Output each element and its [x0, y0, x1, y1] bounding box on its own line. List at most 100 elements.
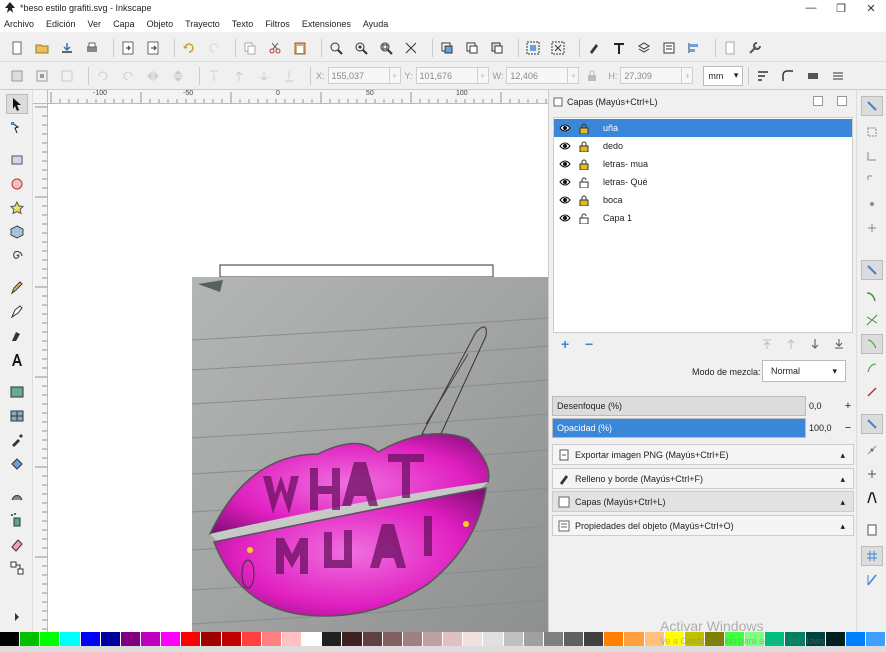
- palette-swatch[interactable]: [563, 632, 585, 646]
- spray-tool[interactable]: [6, 510, 28, 530]
- palette-swatch[interactable]: [624, 632, 645, 646]
- opacity-value[interactable]: 100,0: [806, 418, 840, 438]
- dock-close-button[interactable]: [837, 96, 847, 106]
- document-properties-button[interactable]: [721, 39, 739, 57]
- lock-icon[interactable]: [579, 195, 589, 206]
- redo-button[interactable]: [205, 39, 223, 57]
- eraser-tool[interactable]: [6, 534, 28, 554]
- blur-slider[interactable]: Desenfoque (%): [552, 396, 806, 416]
- palette-swatch[interactable]: [845, 632, 867, 646]
- palette-swatch[interactable]: [342, 632, 363, 646]
- palette-swatch[interactable]: [140, 632, 162, 646]
- deselect-button[interactable]: [58, 67, 76, 85]
- snap-nodes-button[interactable]: [861, 260, 883, 280]
- close-button[interactable]: ✕: [856, 0, 886, 16]
- blur-value[interactable]: 0,0: [806, 396, 840, 416]
- rotate-cw-button[interactable]: [119, 67, 137, 85]
- blend-mode-select[interactable]: Normal ▾: [762, 360, 846, 382]
- layer-name[interactable]: dedo: [603, 141, 623, 151]
- scale-stroke-button[interactable]: [754, 67, 772, 85]
- zoom-page-button[interactable]: [377, 39, 395, 57]
- new-document-button[interactable]: [8, 39, 26, 57]
- cut-button[interactable]: [266, 39, 284, 57]
- menu-objeto[interactable]: Objeto: [147, 19, 174, 29]
- eye-icon[interactable]: [559, 213, 571, 223]
- duplicate-button[interactable]: [438, 39, 456, 57]
- snap-bbox-corners-button[interactable]: [861, 170, 883, 190]
- menu-extensiones[interactable]: Extensiones: [302, 19, 351, 29]
- print-button[interactable]: [83, 39, 101, 57]
- snap-cusp-nodes-button[interactable]: [861, 334, 883, 354]
- palette-swatch[interactable]: [443, 632, 464, 646]
- expand-tools-button[interactable]: [6, 610, 28, 624]
- lower-to-bottom-button[interactable]: [280, 67, 298, 85]
- y-spin-button[interactable]: +: [477, 67, 489, 84]
- lock-icon[interactable]: [579, 141, 589, 152]
- open-button[interactable]: [33, 39, 51, 57]
- palette-swatch[interactable]: [866, 632, 886, 646]
- paint-bucket-tool[interactable]: [6, 454, 28, 474]
- h-spin-button[interactable]: +: [682, 67, 694, 84]
- copy-button[interactable]: [241, 39, 259, 57]
- layer-row[interactable]: Capa 1: [554, 209, 852, 227]
- layer-name[interactable]: boca: [603, 195, 623, 205]
- menu-ayuda[interactable]: Ayuda: [363, 19, 388, 29]
- scale-corners-button[interactable]: [779, 67, 797, 85]
- palette-swatch[interactable]: [201, 632, 222, 646]
- palette-swatch[interactable]: [241, 632, 262, 646]
- snap-smooth-nodes-button[interactable]: [861, 358, 883, 378]
- drawing-canvas[interactable]: [48, 104, 548, 632]
- layer-name[interactable]: letras- Qué: [603, 177, 648, 187]
- preferences-button[interactable]: [746, 39, 764, 57]
- palette-swatch[interactable]: [100, 632, 121, 646]
- layer-row[interactable]: boca: [554, 191, 852, 209]
- palette-swatch[interactable]: [181, 632, 202, 646]
- w-spin-button[interactable]: +: [568, 67, 580, 84]
- palette-swatch[interactable]: [503, 632, 524, 646]
- unlock-icon[interactable]: [579, 213, 589, 224]
- tweak-tool[interactable]: [6, 486, 28, 506]
- palette-swatch[interactable]: [463, 632, 484, 646]
- palette-swatch[interactable]: [40, 632, 61, 646]
- connector-tool[interactable]: [6, 558, 28, 578]
- layer-to-bottom-icon[interactable]: [833, 338, 845, 350]
- horizontal-ruler[interactable]: -100 -50 0 50 100: [48, 90, 548, 104]
- snap-page-border-button[interactable]: [861, 520, 883, 540]
- spiral-tool[interactable]: [6, 246, 28, 266]
- remove-layer-button[interactable]: −: [585, 336, 593, 352]
- palette-swatch[interactable]: [221, 632, 242, 646]
- unlock-icon[interactable]: [579, 177, 589, 188]
- snap-object-midpoints-button[interactable]: [861, 440, 883, 460]
- eye-icon[interactable]: [559, 159, 571, 169]
- x-spin-button[interactable]: +: [389, 67, 401, 84]
- snap-bbox-centers-button[interactable]: [861, 218, 883, 238]
- eye-icon[interactable]: [559, 141, 571, 151]
- menu-ver[interactable]: Ver: [88, 19, 102, 29]
- unlink-clone-button[interactable]: [488, 39, 506, 57]
- menu-texto[interactable]: Texto: [232, 19, 254, 29]
- text-font-button[interactable]: [610, 39, 628, 57]
- layer-name[interactable]: Capa 1: [603, 213, 632, 223]
- snap-object-centers-button[interactable]: [861, 464, 883, 484]
- maximize-button[interactable]: ❐: [826, 0, 856, 16]
- flip-horizontal-button[interactable]: [144, 67, 162, 85]
- palette-swatch[interactable]: [523, 632, 544, 646]
- layer-row[interactable]: letras- mua: [554, 155, 852, 173]
- palette-swatch[interactable]: [402, 632, 423, 646]
- dock-iconify-button[interactable]: [813, 96, 823, 106]
- rotate-ccw-button[interactable]: [94, 67, 112, 85]
- selector-tool[interactable]: [6, 94, 28, 114]
- node-tool[interactable]: [6, 118, 28, 138]
- snap-text-baseline-button[interactable]: [861, 488, 883, 508]
- save-button[interactable]: [58, 39, 76, 57]
- palette-swatch[interactable]: [825, 632, 846, 646]
- snap-others-button[interactable]: [861, 414, 883, 434]
- raise-to-top-button[interactable]: [205, 67, 223, 85]
- ellipse-tool[interactable]: [6, 174, 28, 194]
- menu-trayecto[interactable]: Trayecto: [185, 19, 220, 29]
- opacity-slider[interactable]: Opacidad (%): [552, 418, 806, 438]
- menu-filtros[interactable]: Filtros: [265, 19, 290, 29]
- raise-button[interactable]: [230, 67, 248, 85]
- palette-swatch[interactable]: [604, 632, 625, 646]
- object-properties-panel-tab[interactable]: Propiedades del objeto (Mayús+Ctrl+O) ▴: [552, 515, 854, 536]
